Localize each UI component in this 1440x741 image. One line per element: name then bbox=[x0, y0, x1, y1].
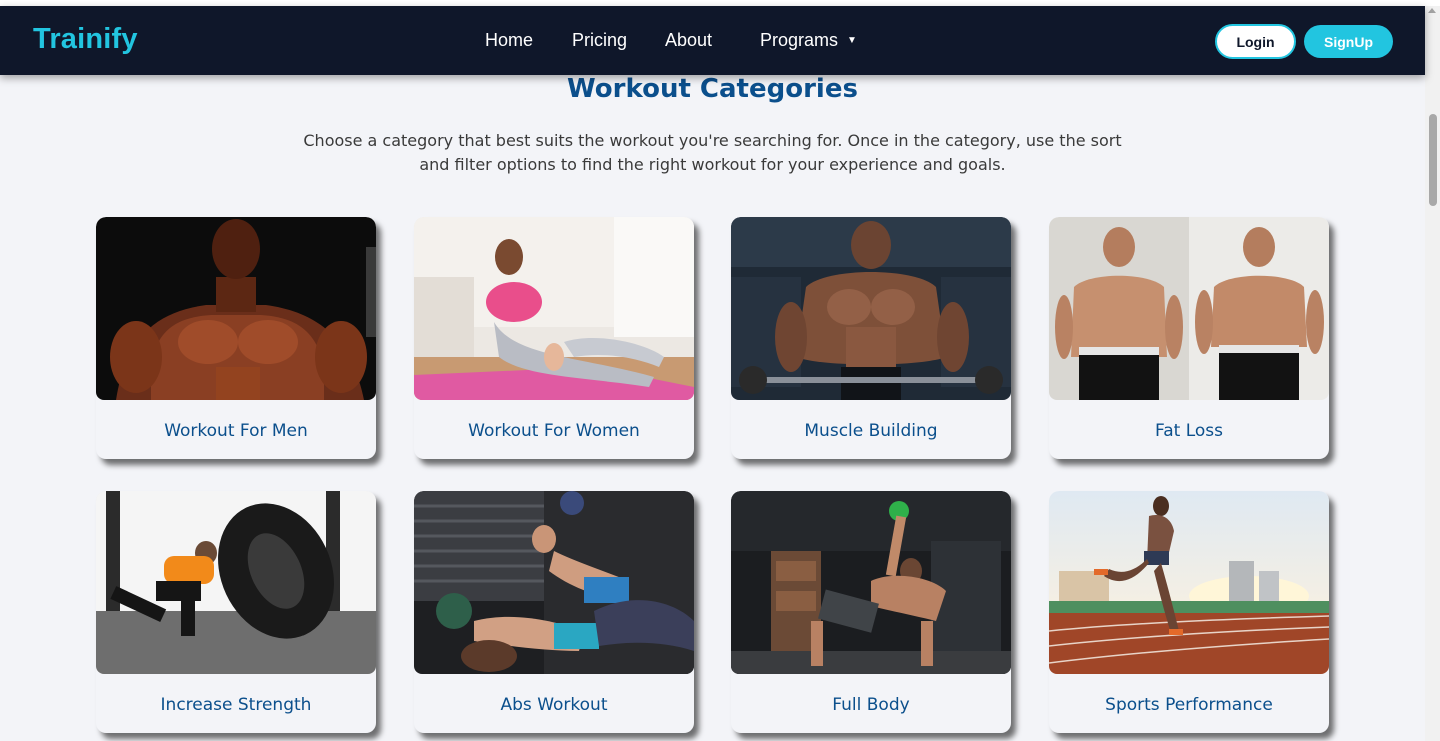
nav-link-programs-label: Programs bbox=[760, 30, 839, 50]
category-label: Increase Strength bbox=[160, 695, 312, 715]
nav-link-about[interactable]: About bbox=[665, 30, 712, 51]
category-card-increase-strength[interactable]: Increase Strength bbox=[96, 491, 376, 733]
category-card-sports-performance[interactable]: Sports Performance bbox=[1049, 491, 1329, 733]
caret-down-icon: ▼ bbox=[847, 35, 857, 46]
medicine-ball-situps-image bbox=[414, 491, 694, 674]
category-card-abs-workout[interactable]: Abs Workout bbox=[414, 491, 694, 733]
category-card-fat-loss[interactable]: Fat Loss bbox=[1049, 217, 1329, 459]
tire-flip-image bbox=[96, 491, 376, 674]
signup-button[interactable]: SignUp bbox=[1304, 25, 1393, 58]
track-sprint-image bbox=[1049, 491, 1329, 674]
category-label: Workout For Women bbox=[468, 421, 640, 441]
login-button[interactable]: Login bbox=[1215, 24, 1296, 59]
brand-logo[interactable]: Trainify bbox=[33, 23, 138, 56]
before-after-image bbox=[1049, 217, 1329, 400]
category-label: Full Body bbox=[832, 695, 910, 715]
section-title: Workout Categories bbox=[567, 74, 858, 104]
category-label: Sports Performance bbox=[1105, 695, 1273, 715]
category-label: Muscle Building bbox=[804, 421, 938, 441]
category-label: Workout For Men bbox=[164, 421, 308, 441]
scrollbar-thumb[interactable] bbox=[1429, 114, 1437, 206]
category-card-workout-for-men[interactable]: Workout For Men bbox=[96, 217, 376, 459]
category-label: Fat Loss bbox=[1155, 421, 1223, 441]
section-description: Choose a category that best suits the wo… bbox=[303, 131, 1122, 174]
barbell-curl-image bbox=[731, 217, 1011, 400]
category-card-full-body[interactable]: Full Body bbox=[731, 491, 1011, 733]
nav-link-programs[interactable]: Programs ▼ bbox=[760, 30, 857, 51]
kettlebell-getup-image bbox=[731, 491, 1011, 674]
category-card-muscle-building[interactable]: Muscle Building bbox=[731, 217, 1011, 459]
yoga-stretch-image bbox=[414, 217, 694, 400]
category-card-workout-for-women[interactable]: Workout For Women bbox=[414, 217, 694, 459]
bodybuilder-image bbox=[96, 217, 376, 400]
scroll-up-arrow-icon[interactable] bbox=[1428, 8, 1436, 13]
category-label: Abs Workout bbox=[500, 695, 608, 715]
navbar: Trainify Home Pricing About Programs ▼ Lo… bbox=[0, 6, 1425, 75]
nav-link-home[interactable]: Home bbox=[485, 30, 533, 51]
nav-link-pricing[interactable]: Pricing bbox=[572, 30, 627, 51]
